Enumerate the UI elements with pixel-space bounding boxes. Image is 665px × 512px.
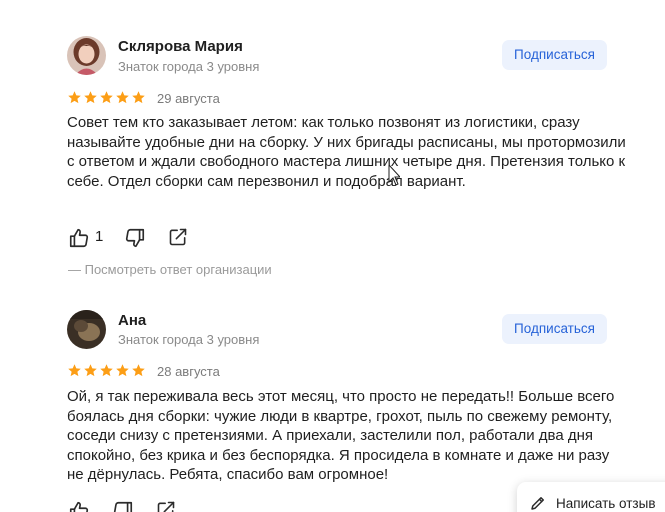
share-button[interactable] — [168, 227, 188, 247]
dislike-button[interactable] — [112, 500, 134, 512]
like-count: 1 — [95, 228, 104, 245]
share-icon — [157, 501, 175, 512]
write-review-label: Написать отзыв — [556, 496, 656, 511]
review-text: Совет тем кто заказывает летом: как толь… — [67, 114, 626, 190]
author-avatar[interactable] — [67, 36, 106, 75]
thumbs-up-icon — [69, 501, 89, 512]
thumbs-up-icon — [69, 228, 89, 248]
star-icon — [68, 364, 81, 377]
view-org-reply-link[interactable]: — Посмотреть ответ организации — [68, 262, 272, 277]
star-icon — [116, 364, 129, 377]
previous-content-fragment — [120, 0, 290, 4]
like-button[interactable] — [68, 500, 90, 512]
like-button[interactable] — [68, 227, 90, 249]
mouse-cursor-icon — [388, 165, 400, 186]
star-icon — [100, 91, 113, 104]
author-avatar[interactable] — [67, 310, 106, 349]
star-icon — [84, 91, 97, 104]
pen-icon — [531, 497, 544, 510]
star-icon — [132, 91, 145, 104]
review-text: Ой, я так переживала весь этот месяц, чт… — [67, 388, 615, 483]
star-icon — [100, 364, 113, 377]
star-icon — [116, 91, 129, 104]
thumbs-down-icon — [125, 228, 145, 248]
author-level: Знаток города 3 уровня — [118, 332, 260, 347]
write-review-button[interactable]: Написать отзыв — [517, 482, 665, 512]
author-name[interactable]: Склярова Мария — [118, 38, 243, 55]
author-level: Знаток города 3 уровня — [118, 59, 260, 74]
rating-stars — [67, 363, 146, 379]
star-icon — [68, 91, 81, 104]
subscribe-button[interactable]: Подписаться — [502, 314, 607, 344]
thumbs-down-icon — [113, 501, 133, 512]
rating-stars — [67, 90, 146, 106]
share-icon — [169, 228, 187, 246]
review-date: 28 августа — [157, 364, 220, 379]
subscribe-button[interactable]: Подписаться — [502, 40, 607, 70]
star-icon — [84, 364, 97, 377]
share-button[interactable] — [156, 500, 176, 512]
dislike-button[interactable] — [124, 227, 146, 249]
author-name[interactable]: Ана — [118, 312, 146, 329]
review-date: 29 августа — [157, 91, 220, 106]
star-icon — [132, 364, 145, 377]
